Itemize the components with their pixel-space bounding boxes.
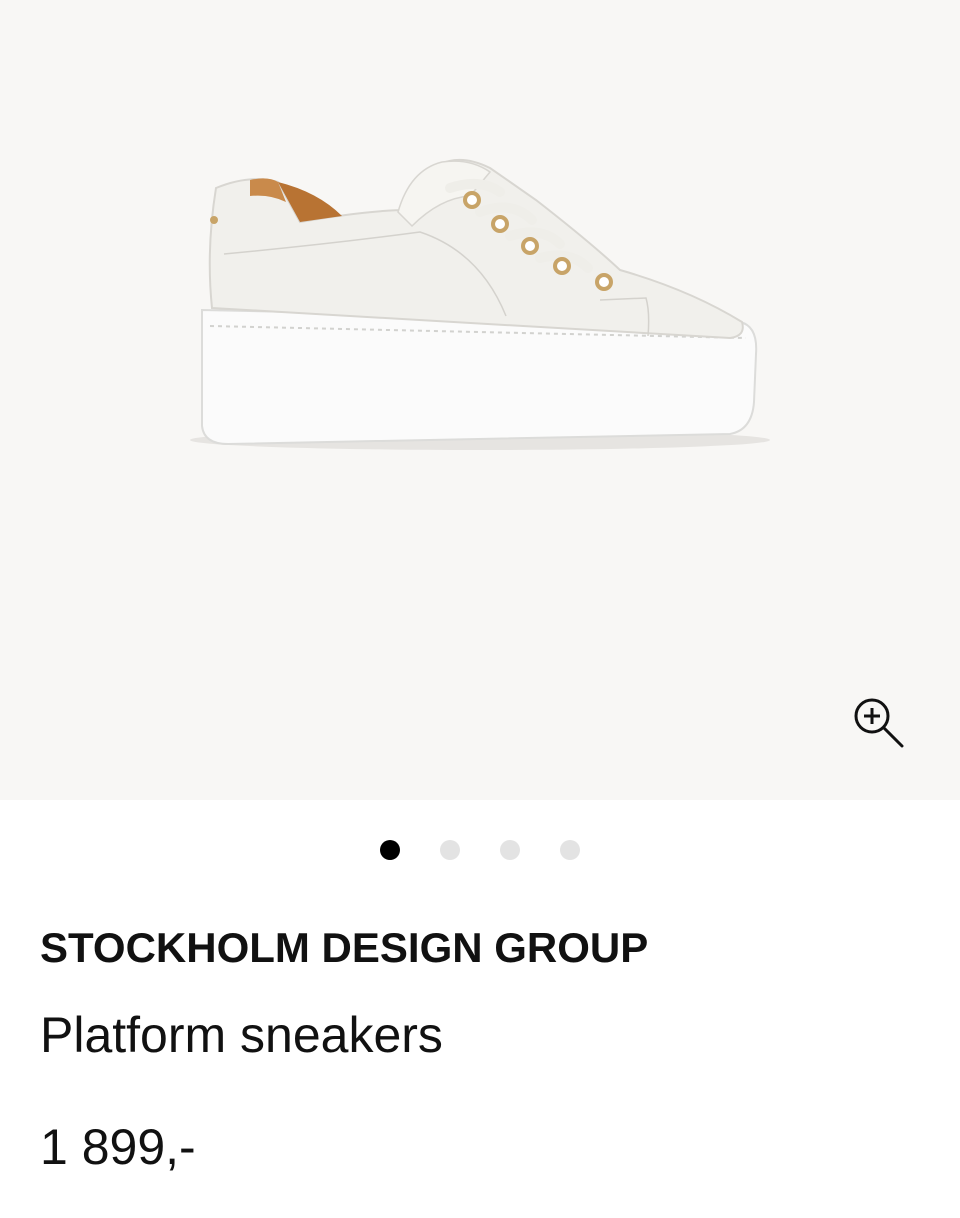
gallery-dot-4[interactable]: [560, 840, 580, 860]
zoom-in-icon: [854, 698, 904, 748]
product-image-gallery[interactable]: [0, 0, 960, 800]
shoe-heel-stud: [210, 216, 218, 224]
product-price: 1 899,-: [40, 1119, 196, 1175]
gallery-pagination: [0, 838, 960, 862]
product-name: Platform sneakers: [40, 1007, 443, 1063]
product-brand[interactable]: STOCKHOLM DESIGN GROUP: [40, 924, 648, 972]
gallery-dot-1[interactable]: [380, 840, 400, 860]
zoom-button[interactable]: [842, 686, 914, 758]
gallery-dot-3[interactable]: [500, 840, 520, 860]
product-image[interactable]: [150, 140, 790, 480]
gallery-dot-2[interactable]: [440, 840, 460, 860]
